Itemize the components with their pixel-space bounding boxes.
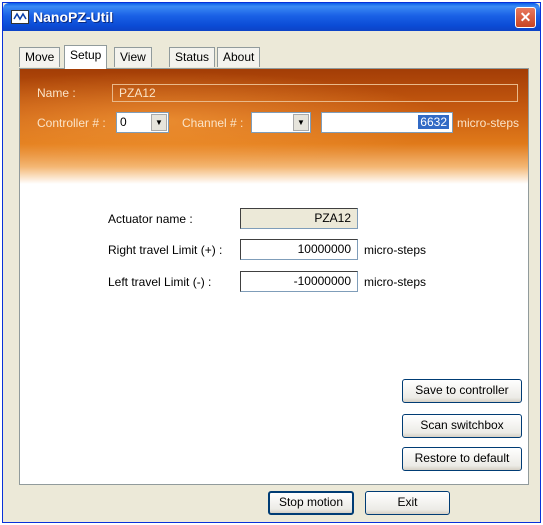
chevron-down-icon[interactable]: ▼	[293, 114, 309, 131]
position-steps-value: 6632	[418, 115, 449, 129]
tab-about[interactable]: About	[217, 47, 261, 67]
actuator-name-field: PZA12	[240, 208, 358, 229]
setup-panel: Name : PZA12 Controller # : 0 ▼ Channel …	[19, 68, 529, 485]
tab-view-all[interactable]: View all	[114, 47, 152, 83]
restore-default-button[interactable]: Restore to default	[402, 447, 522, 471]
controller-select[interactable]: 0 ▼	[116, 112, 169, 133]
position-steps-field[interactable]: 6632	[321, 112, 453, 133]
scan-switchbox-button[interactable]: Scan switchbox	[402, 414, 522, 438]
actuator-name-label: Actuator name :	[108, 212, 193, 226]
left-limit-label: Left travel Limit (-) :	[108, 275, 212, 289]
window-title: NanoPZ-Util	[33, 9, 114, 25]
save-to-controller-button[interactable]: Save to controller	[402, 379, 522, 403]
controller-label: Controller # :	[37, 116, 106, 130]
name-field: PZA12	[112, 84, 518, 102]
name-label: Name :	[37, 86, 76, 100]
stop-motion-button[interactable]: Stop motion	[268, 491, 354, 515]
channel-label: Channel # :	[182, 116, 244, 130]
close-button[interactable]: ✕	[515, 7, 536, 28]
app-window: NanoPZ-Util ✕ Move Setup View all Status…	[2, 2, 541, 523]
right-limit-label: Right travel Limit (+) :	[108, 243, 223, 257]
tab-status[interactable]: Status	[169, 47, 216, 67]
title-bar[interactable]: NanoPZ-Util ✕	[3, 3, 540, 31]
left-limit-input[interactable]: -10000000	[240, 271, 358, 292]
app-icon	[11, 10, 29, 24]
channel-select[interactable]: ▼	[251, 112, 311, 133]
exit-button[interactable]: Exit	[365, 491, 450, 515]
right-limit-unit: micro-steps	[364, 243, 427, 257]
left-limit-unit: micro-steps	[364, 275, 427, 289]
right-limit-input[interactable]: 10000000	[240, 239, 358, 260]
tab-move[interactable]: Move	[19, 47, 61, 67]
chevron-down-icon[interactable]: ▼	[151, 114, 167, 131]
controller-value: 0	[120, 115, 127, 129]
position-steps-unit: micro-steps	[457, 116, 520, 130]
tab-setup[interactable]: Setup	[64, 45, 108, 69]
